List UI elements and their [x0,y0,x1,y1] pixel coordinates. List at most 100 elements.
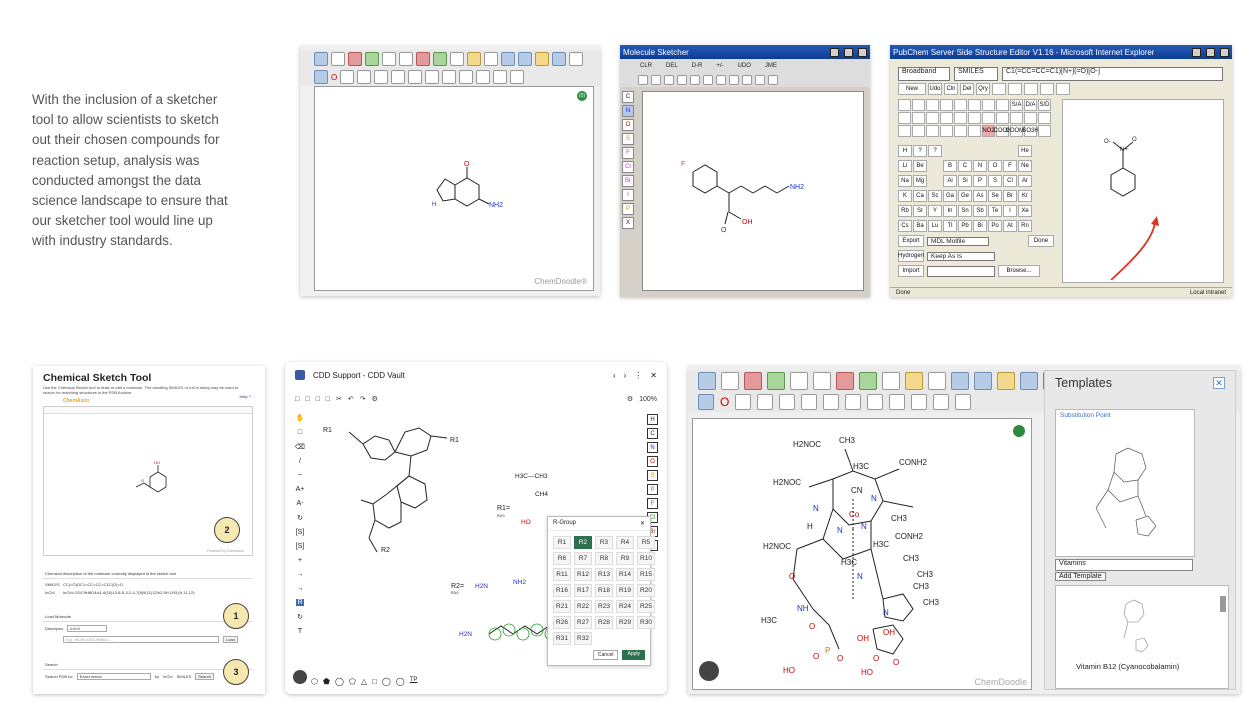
rgroup-r6[interactable]: R6 [553,552,571,565]
charge-icon[interactable] [735,394,752,410]
screenshot-icon[interactable] [699,661,719,681]
export-format-select[interactable]: MDL Molfile [927,236,989,246]
atom-btn-s[interactable]: S [647,470,658,481]
zoom-in-icon[interactable] [501,52,515,66]
eraser-icon[interactable]: ⌫ [295,443,305,451]
cut-icon[interactable] [882,372,900,390]
search-button[interactable]: Search [195,673,214,680]
element-query[interactable]: ? [913,145,927,157]
element-be[interactable]: Be [913,160,927,172]
undo-button[interactable]: Udo [928,83,942,95]
element-as[interactable]: As [973,190,987,202]
split-icon[interactable] [1040,83,1054,95]
zoom-in-icon[interactable] [951,372,969,390]
rgroup-r4[interactable]: R4 [616,536,634,549]
charge-minus-icon[interactable]: A- [297,500,304,507]
mode-select[interactable]: Broadband [898,67,950,81]
rgroup-r21[interactable]: R21 [553,600,571,613]
element-rn[interactable]: Rn [1018,220,1032,232]
copy-icon[interactable] [905,372,923,390]
charge-icon[interactable] [340,70,355,84]
element-se[interactable]: Se [988,190,1002,202]
rgroup-r16[interactable]: R16 [553,584,571,597]
rgroup-r27[interactable]: R27 [574,616,592,629]
zoom-badge[interactable]: (0) [577,91,587,101]
chain-icon[interactable]: ~ [298,472,302,479]
triangle-icon[interactable] [898,112,911,124]
rgroup-r5[interactable]: R5 [637,536,655,549]
screenshot-icon[interactable] [293,670,307,684]
wedge-bond-icon[interactable] [801,394,818,410]
apply-button[interactable]: Apply [622,650,645,660]
atom-btn-cl[interactable]: Cl [622,161,634,173]
chain3-icon[interactable] [940,125,953,137]
rgroup-r31[interactable]: R31 [553,632,571,645]
select-icon[interactable]: □ [298,429,302,436]
double-bond-icon[interactable] [408,70,423,84]
paste-icon[interactable] [928,372,946,390]
atom-o-selector[interactable]: O [331,73,337,82]
charge-plus-icon[interactable]: A+ [296,486,305,493]
triple-bond-icon[interactable] [664,75,674,85]
element-h[interactable]: H [898,145,912,157]
hexagon-icon[interactable]: ⬡ [311,677,318,686]
element-n[interactable]: N [973,160,987,172]
query-button[interactable]: Qry [976,83,990,95]
cut-icon[interactable] [450,52,464,66]
close-icon[interactable]: ✕ [640,520,645,527]
sketch-canvas[interactable]: HO O 2 Powered by ChemAxon [43,406,253,556]
benzene-icon[interactable] [442,70,457,84]
rgroup-r14[interactable]: R14 [616,568,634,581]
square-icon[interactable] [912,112,925,124]
save-icon[interactable] [552,52,566,66]
element-ga[interactable]: Ga [943,190,957,202]
atom-btn-i[interactable]: I [622,189,634,201]
zoom-out-icon[interactable] [974,372,992,390]
settings-icon[interactable]: ⚙ [372,395,378,403]
rgroup-r2[interactable]: R2 [574,536,592,549]
zoom-select[interactable]: 100% [639,396,657,403]
jme-btn-del[interactable]: DEL [666,63,678,69]
descriptor-select[interactable]: InChI [67,625,108,632]
format-select[interactable]: SMILES [954,67,998,81]
hexagon-icon[interactable] [742,75,752,85]
rgroup-r26[interactable]: R26 [553,616,571,629]
import-file-input[interactable] [927,265,995,277]
rgroup-r18[interactable]: R18 [595,584,613,597]
pentagon-icon[interactable] [476,70,491,84]
settings-icon[interactable] [569,52,583,66]
paste-icon[interactable] [484,52,498,66]
zoom-out-icon[interactable] [518,52,532,66]
label-icon[interactable] [314,70,328,84]
atom-btn-p[interactable]: P [647,484,658,495]
copy-icon[interactable] [467,52,481,66]
pentagon-icon[interactable] [926,112,939,124]
jme-btn-jme[interactable]: JME [765,63,777,69]
gear-icon[interactable]: ⚙ [627,395,633,403]
clean-button[interactable]: Cln [944,83,958,95]
element-al[interactable]: Al [943,175,957,187]
minus-charge-icon[interactable] [1010,112,1023,124]
double-bond-icon[interactable] [912,99,925,111]
element-cs[interactable]: Cs [898,220,912,232]
rgroup-r30[interactable]: R30 [637,616,655,629]
search-select[interactable]: Exact match [76,673,151,680]
triple-bond-icon[interactable] [845,394,862,410]
clear-icon[interactable] [721,372,739,390]
done-button[interactable]: Done [1028,235,1054,247]
element-y[interactable]: Y [928,205,942,217]
element-sb[interactable]: Sb [973,205,987,217]
rgroup-r28[interactable]: R28 [595,616,613,629]
bond-icon[interactable]: / [299,458,301,465]
wedge-bond-icon[interactable] [940,99,953,111]
hand-icon[interactable]: ✋ [296,414,305,422]
element-ba[interactable]: Ba [913,220,927,232]
chain-icon[interactable] [493,70,508,84]
move-icon[interactable] [767,372,785,390]
element-sr[interactable]: Sr [913,205,927,217]
atom-btn-n[interactable]: N [647,442,658,453]
atom-btn-s[interactable]: S [622,133,634,145]
pentagon-icon[interactable] [716,75,726,85]
element-br[interactable]: Br [1003,190,1017,202]
rotate2-icon[interactable]: ↻ [297,613,303,621]
